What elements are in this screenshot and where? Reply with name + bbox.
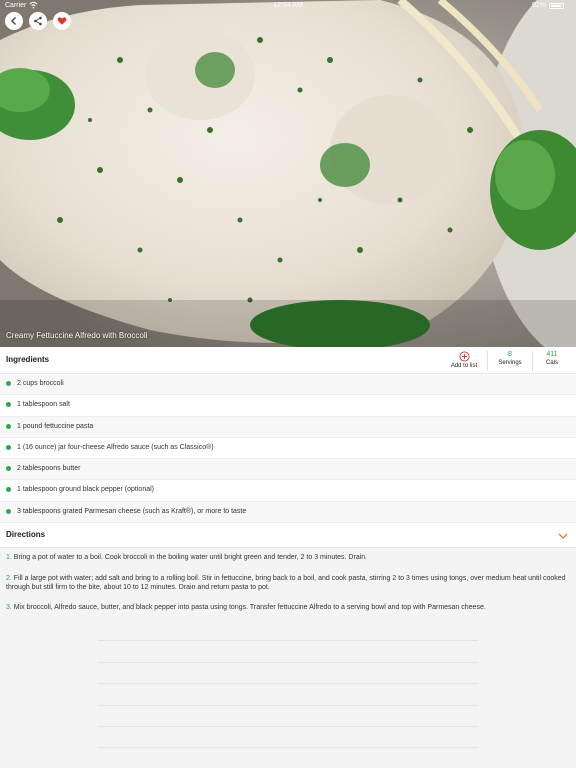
- step-number: 1.: [6, 554, 12, 561]
- calories-label: Cals: [545, 360, 558, 366]
- share-icon: [34, 16, 42, 26]
- divider: [98, 683, 478, 684]
- ingredient-text: 2 tablespoons butter: [17, 465, 81, 473]
- ingredient-text: 2 cups broccoli: [17, 380, 64, 387]
- add-circle-icon: [458, 351, 470, 362]
- status-time: 12:24 AM: [273, 2, 303, 9]
- ingredient-text: 1 pound fettuccine pasta: [17, 422, 94, 430]
- direction-step: 3. Mix broccoli, Alfredo sauce, butter, …: [6, 603, 570, 612]
- step-number: 2.: [6, 575, 12, 582]
- bullet-icon: [6, 487, 11, 493]
- back-icon: [11, 17, 16, 25]
- back-button[interactable]: [5, 12, 23, 30]
- bullet-icon: [6, 444, 11, 450]
- ingredient-item[interactable]: 2 cups broccoli: [0, 374, 576, 396]
- divider: [98, 747, 478, 748]
- share-button[interactable]: [29, 12, 47, 30]
- divider: [98, 640, 478, 641]
- divider: [98, 662, 478, 663]
- step-number: 3.: [6, 604, 12, 611]
- step-text: Bring a pot of water to a boil. Cook bro…: [13, 554, 368, 561]
- calories-value: 411: [546, 351, 558, 358]
- ingredient-text: 1 tablespoon ground black pepper (option…: [17, 486, 154, 494]
- direction-step: 1. Bring a pot of water to a boil. Cook …: [6, 553, 570, 562]
- ingredient-text: 3 tablespoons grated Parmesan cheese (su…: [17, 507, 247, 515]
- divider: [98, 726, 478, 727]
- ingredient-item[interactable]: 1 tablespoon ground black pepper (option…: [0, 480, 576, 502]
- ingredient-text: 1 (16 ounce) jar four-cheese Alfredo sau…: [17, 443, 214, 451]
- ingredients-header: Ingredients Add to list 8 Servings 411 C…: [0, 347, 576, 374]
- ingredient-item[interactable]: 1 tablespoon salt: [0, 395, 576, 417]
- calories-stat: 411 Cals: [532, 351, 572, 366]
- directions-title: Directions: [6, 530, 46, 539]
- battery-icon: [549, 3, 564, 9]
- ingredient-item[interactable]: 1 (16 ounce) jar four-cheese Alfredo sau…: [0, 437, 576, 460]
- food-image: [0, 0, 576, 347]
- ingredient-text: 1 tablespoon salt: [17, 401, 70, 409]
- battery-percent: 92%: [531, 2, 546, 9]
- bullet-icon: [6, 402, 11, 408]
- direction-step: 2. Fill a large pot with water; add salt…: [6, 574, 570, 592]
- chevron-down-icon[interactable]: [558, 532, 568, 540]
- add-to-list-button[interactable]: Add to list: [442, 351, 486, 369]
- ingredient-list: 2 cups broccoli 1 tablespoon salt 1 poun…: [0, 374, 576, 524]
- recipe-title: Creamy Fettuccine Alfredo with Broccoli: [6, 331, 148, 340]
- add-to-list-label: Add to list: [450, 363, 478, 369]
- ingredient-item[interactable]: 3 tablespoons grated Parmesan cheese (su…: [0, 501, 576, 524]
- favorite-button[interactable]: [53, 12, 71, 30]
- heart-icon: [57, 17, 67, 25]
- bullet-icon: [6, 466, 11, 472]
- directions-header[interactable]: Directions: [0, 524, 576, 548]
- bullet-icon: [6, 508, 11, 514]
- ingredient-item[interactable]: 2 tablespoons butter: [0, 459, 576, 481]
- servings-value: 8: [508, 351, 512, 358]
- ingredients-title: Ingredients: [6, 355, 50, 364]
- bullet-icon: [6, 381, 11, 386]
- status-bar: Carrier 12:24 AM 92%: [0, 0, 576, 13]
- step-text: Mix broccoli, Alfredo sauce, butter, and…: [13, 604, 486, 611]
- divider: [98, 705, 478, 706]
- servings-stat: 8 Servings: [490, 351, 530, 366]
- directions-list: 1. Bring a pot of water to a boil. Cook …: [0, 548, 576, 768]
- servings-label: Servings: [498, 360, 522, 366]
- step-text: Fill a large pot with water; add salt an…: [6, 575, 566, 591]
- recipe-screen: Carrier 12:24 AM 92% Creamy Fettuccine A…: [0, 0, 576, 768]
- bullet-icon: [6, 423, 11, 429]
- divider: [487, 351, 488, 371]
- ingredient-item[interactable]: 1 pound fettuccine pasta: [0, 416, 576, 438]
- recipe-photo: Carrier 12:24 AM 92% Creamy Fettuccine A…: [0, 0, 576, 347]
